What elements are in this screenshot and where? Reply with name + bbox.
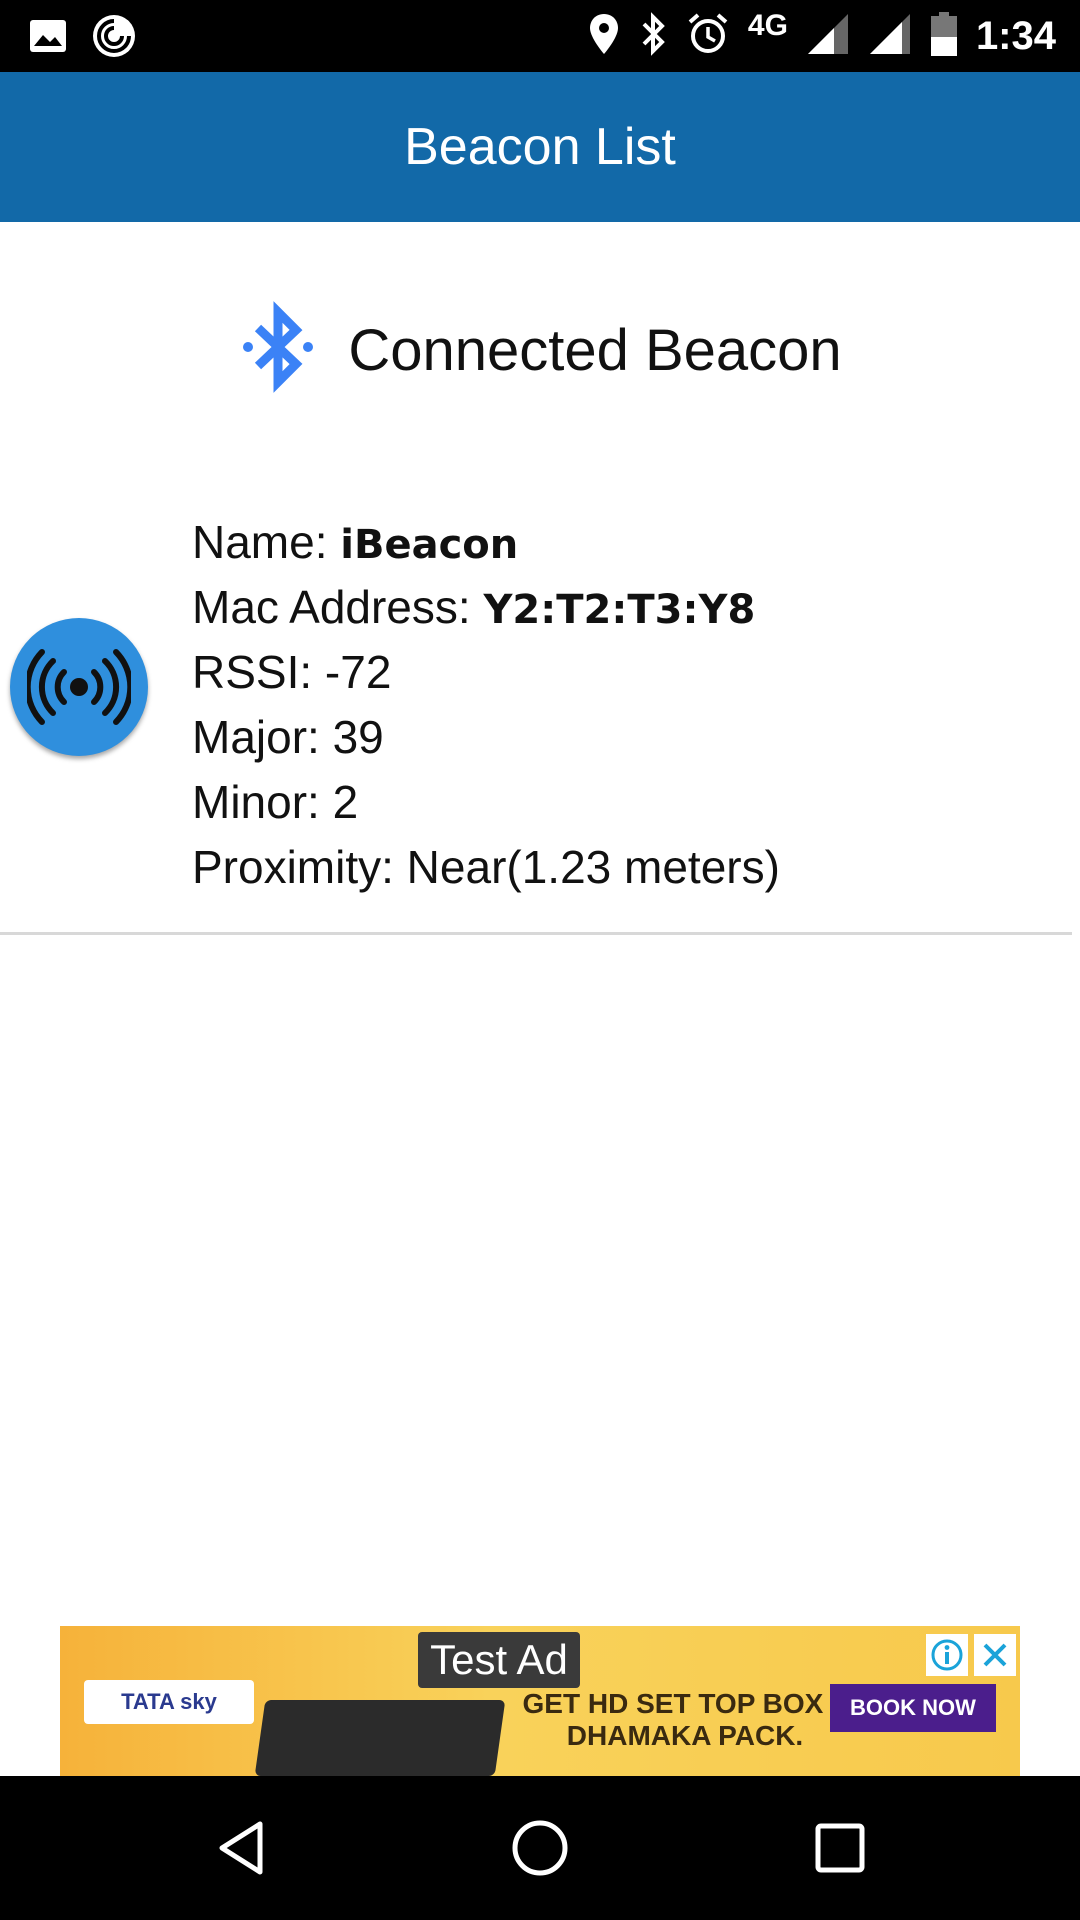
beacon-proximity: Proximity: Near(1.23 meters) (192, 841, 780, 893)
back-triangle-icon (219, 1821, 263, 1875)
signal-icon (868, 12, 912, 61)
beacon-name-row: Name: iBeacon (192, 510, 780, 575)
list-divider (0, 932, 1072, 935)
home-circle-icon (512, 1820, 568, 1876)
network-type: 4G (747, 9, 788, 42)
app-bar: Beacon List (0, 72, 1080, 222)
beacon-mac-value: Y2:T2:T3:Y8 (483, 587, 756, 633)
signal-icon (806, 12, 850, 61)
recents-button[interactable] (804, 1812, 876, 1884)
connected-beacon-title: Connected Beacon (348, 317, 842, 383)
bluetooth-icon (238, 300, 318, 401)
alarm-icon (686, 12, 730, 61)
status-bar: 4G 1:34 (0, 0, 1080, 72)
beacon-avatar (10, 618, 148, 756)
back-button[interactable] (206, 1812, 278, 1884)
ad-book-now-button[interactable]: BOOK NOW (830, 1684, 996, 1732)
beacon-major: Major: 39 (192, 711, 384, 763)
beacon-mac-label: Mac Address: (192, 581, 484, 633)
beacon-name-label: Name: (192, 516, 341, 568)
beacon-mac-row: Mac Address: Y2:T2:T3:Y8 (192, 575, 780, 640)
beacon-rssi: RSSI: -72 (192, 646, 392, 698)
connected-beacon-header: Connected Beacon (0, 290, 1080, 410)
ad-product-image (254, 1700, 506, 1776)
bluetooth-icon (638, 11, 668, 61)
battery-icon (930, 11, 958, 62)
recents-square-icon (815, 1823, 865, 1873)
beacon-details: Name: iBeacon Mac Address: Y2:T2:T3:Y8 R… (192, 510, 780, 900)
broadcast-icon (27, 649, 131, 725)
ad-banner[interactable]: TATA sky GET HD SET TOP BOX + DHAMAKA PA… (60, 1626, 1020, 1776)
ad-brand-logo: TATA sky (84, 1680, 254, 1724)
ad-close-icon[interactable] (974, 1634, 1016, 1676)
beacon-name-value: iBeacon (340, 522, 519, 568)
ad-test-badge: Test Ad (418, 1632, 580, 1688)
ad-info-icon[interactable] (926, 1634, 968, 1676)
gallery-icon (28, 18, 68, 59)
home-button[interactable] (504, 1812, 576, 1884)
location-icon (588, 12, 620, 61)
clock: 1:34 (975, 13, 1056, 58)
beacon-list-item[interactable]: Name: iBeacon Mac Address: Y2:T2:T3:Y8 R… (0, 500, 1080, 934)
page-title: Beacon List (404, 118, 676, 176)
ad-headline: GET HD SET TOP BOX + DHAMAKA PACK. (522, 1688, 848, 1751)
navigation-bar (0, 1776, 1080, 1920)
beacon-minor: Minor: 2 (192, 776, 359, 828)
app-notification-icon (90, 12, 138, 65)
